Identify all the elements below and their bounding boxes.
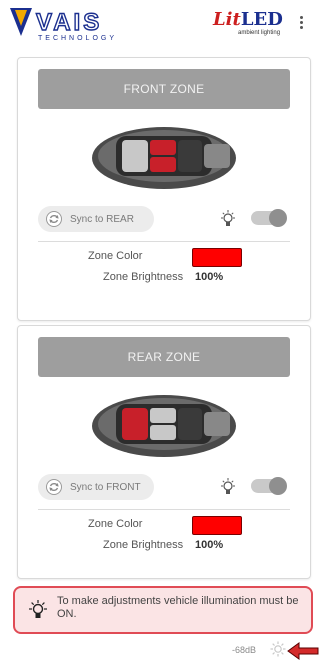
sync-icon (46, 479, 62, 495)
rear-zone-car-image (92, 395, 236, 457)
zone-color-label: Zone Color (88, 518, 143, 530)
front-zone-brightness-value[interactable]: 100% (195, 271, 223, 283)
brand-lit-text: Lit (213, 9, 241, 30)
zone-brightness-label: Zone Brightness (103, 539, 184, 551)
lightbulb-icon (221, 478, 235, 494)
front-zone-color-swatch[interactable] (192, 248, 242, 267)
litled-logo: LitLED (213, 9, 283, 30)
front-zone-toggle[interactable] (251, 209, 287, 227)
sync-to-front-label: Sync to FRONT (70, 481, 141, 493)
divider (38, 509, 290, 510)
notice-text: To make adjustments vehicle illumination… (57, 595, 299, 620)
kebab-menu-icon[interactable] (296, 14, 306, 34)
toggle-knob (269, 477, 287, 495)
svg-text:VAIS: VAIS (36, 9, 102, 36)
svg-text:TECHNOLOGY: TECHNOLOGY (38, 35, 117, 42)
signal-strength: -68dB (232, 645, 257, 655)
rear-zone-card: REAR ZONE Sync to FRONT Zone Color Zone … (17, 325, 311, 579)
sync-to-rear-button[interactable]: Sync to REAR (38, 206, 154, 232)
rear-zone-brightness-value[interactable]: 100% (195, 539, 223, 551)
front-zone-card: FRONT ZONE Sync to REAR Zone Color Zone … (17, 57, 311, 321)
toggle-knob (269, 209, 287, 227)
sync-to-front-button[interactable]: Sync to FRONT (38, 474, 154, 500)
sync-icon (46, 211, 62, 227)
rear-zone-color-swatch[interactable] (192, 516, 242, 535)
app-header: VAIS TECHNOLOGY LitLED ambient lighting (0, 0, 319, 46)
brand-subtitle: ambient lighting (238, 30, 281, 36)
illumination-notice: To make adjustments vehicle illumination… (13, 586, 313, 634)
lightbulb-icon (29, 600, 47, 618)
sync-to-rear-label: Sync to REAR (70, 213, 134, 225)
sun-icon[interactable] (270, 641, 286, 657)
divider (38, 241, 290, 242)
front-zone-button[interactable]: FRONT ZONE (38, 69, 290, 109)
rear-zone-toggle[interactable] (251, 477, 287, 495)
brand-led-text: LED (240, 9, 283, 30)
pointer-arrow-icon (287, 642, 319, 660)
zone-brightness-label: Zone Brightness (103, 271, 184, 283)
lightbulb-icon (221, 210, 235, 226)
rear-zone-button[interactable]: REAR ZONE (38, 337, 290, 377)
vais-technology-logo: VAIS TECHNOLOGY (10, 8, 117, 42)
zone-color-label: Zone Color (88, 250, 143, 262)
front-zone-car-image (92, 127, 236, 189)
